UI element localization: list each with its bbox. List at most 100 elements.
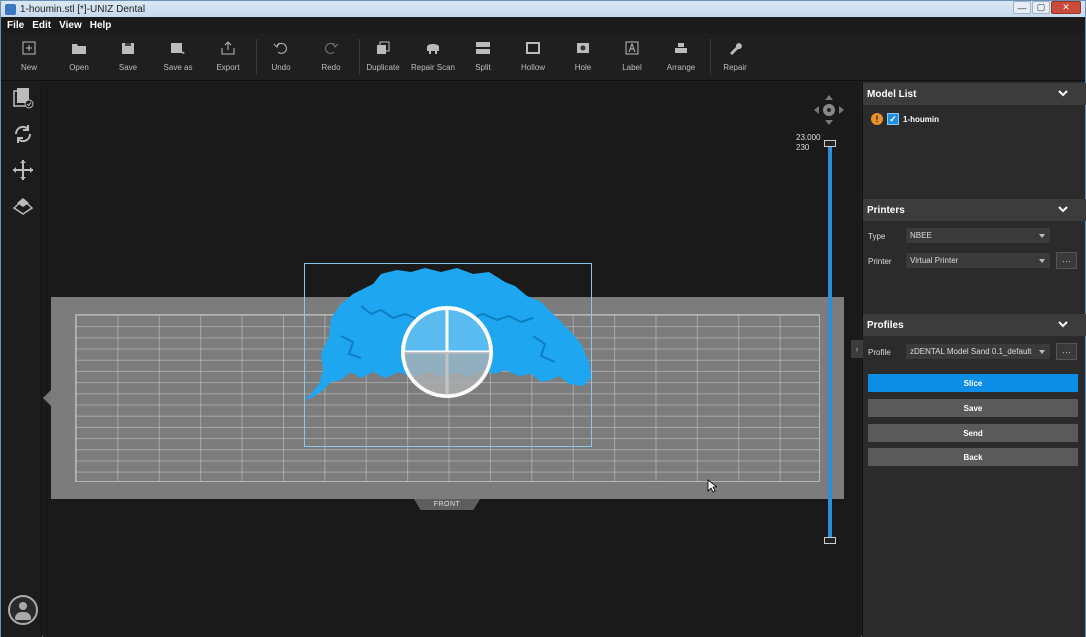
minimize-button[interactable]: — [1013,1,1031,14]
user-avatar[interactable] [8,595,38,625]
new-button[interactable]: New [4,33,54,81]
front-label: FRONT [414,499,480,510]
warning-icon[interactable]: ! [871,113,883,125]
redo-label: Redo [321,63,341,72]
height-slider-value: 23.000 [796,133,821,142]
split-icon [476,42,490,54]
caret-down-icon [1039,350,1045,354]
model-list-item[interactable]: ! ✓ 1-houmin [871,113,939,125]
save-as-label: Save as [163,63,193,72]
toolbar: New Open Save Save as Export Undo Redo D… [1,33,1085,81]
model-list-header[interactable]: Model List [863,83,1086,105]
app-window: 1-houmin.stl [*]-UNIZ Dental — ▢ ✕ File … [0,0,1086,637]
move-icon[interactable] [11,158,35,182]
3d-viewport[interactable]: FRONT 23.000 230 [43,82,861,637]
menu-file[interactable]: File [7,20,24,31]
save-profile-button[interactable]: Save [868,399,1078,417]
duplicate-label: Duplicate [366,63,400,72]
export-button[interactable]: Export [203,33,253,81]
save-as-button[interactable]: Save as [153,33,203,81]
undo-icon [273,42,287,54]
label-label: Label [622,63,642,72]
model-list-title: Model List [867,88,917,100]
split-button[interactable]: Split [458,33,508,81]
height-slider-top-handle[interactable] [824,140,836,147]
hollow-button[interactable]: Hollow [508,33,558,81]
printer-value: Virtual Printer [910,256,959,265]
app-icon [5,3,16,15]
export-icon [221,41,235,55]
maximize-button[interactable]: ▢ [1032,1,1050,14]
rotate-icon[interactable] [11,122,35,146]
mouse-cursor-icon [707,479,717,493]
undo-button[interactable]: Undo [256,33,306,81]
new-icon [22,41,36,55]
label-button[interactable]: Label [607,33,657,81]
chevron-down-icon [1058,206,1068,213]
export-label: Export [216,63,240,72]
printer-type-value: NBEE [910,231,932,240]
duplicate-button[interactable]: Duplicate [358,33,408,81]
repair-label: Repair [723,63,747,72]
menu-edit[interactable]: Edit [32,20,51,31]
printers-title: Printers [867,204,905,216]
printers-header[interactable]: Printers [863,199,1086,221]
chevron-down-icon [1058,321,1068,328]
window-title: 1-houmin.stl [*]-UNIZ Dental [20,3,146,15]
undo-label: Undo [271,63,291,72]
save-button[interactable]: Save [103,33,153,81]
open-label: Open [69,63,89,72]
redo-button[interactable]: Redo [306,33,356,81]
hollow-icon [526,42,540,54]
printer-type-select[interactable]: NBEE [905,227,1051,244]
model-select-icon[interactable] [11,86,35,110]
arrange-icon [675,43,687,53]
send-button[interactable]: Send [868,424,1078,442]
right-panel: › Model List ! ✓ 1-houmin Printers Type … [851,82,1086,637]
chevron-down-icon [1058,90,1068,97]
caret-down-icon [1039,234,1045,238]
slice-button[interactable]: Slice [868,374,1078,392]
profile-value: zDENTAL Model Sand 0.1_default [910,347,1032,356]
back-button[interactable]: Back [868,448,1078,466]
repair-scan-button[interactable]: Repair Scan [408,33,458,81]
height-slider-bottom-handle[interactable] [824,537,836,544]
menu-help[interactable]: Help [90,20,112,31]
menu-view[interactable]: View [59,20,82,31]
open-folder-icon [72,44,86,54]
profiles-title: Profiles [867,319,904,331]
repair-button[interactable]: Repair [710,33,760,81]
repair-scan-icon [427,44,439,54]
arrange-label: Arrange [666,63,696,72]
model-name: 1-houmin [903,114,939,124]
printer-more-button[interactable]: ··· [1056,252,1077,269]
model-visible-checkbox[interactable]: ✓ [887,113,899,125]
repair-scan-label: Repair Scan [410,63,456,72]
wrench-icon [730,43,742,55]
open-button[interactable]: Open [54,33,104,81]
save-icon [122,43,134,54]
view-navigation-icon[interactable] [811,92,847,128]
save-label: Save [118,63,138,72]
arrange-button[interactable]: Arrange [656,33,706,81]
selection-bounding-box [304,263,592,447]
close-button[interactable]: ✕ [1051,1,1081,14]
type-label: Type [868,232,886,241]
title-bar: 1-houmin.stl [*]-UNIZ Dental — ▢ ✕ [1,1,1085,17]
profile-label: Profile [868,348,891,357]
height-slider-layer: 230 [796,143,810,152]
printer-label: Printer [868,257,892,266]
panel-collapse-tab[interactable]: › [851,340,863,358]
left-collapse-handle[interactable] [43,390,51,406]
menu-bar: File Edit View Help [1,17,1085,33]
printer-select[interactable]: Virtual Printer [905,252,1051,269]
duplicate-icon [377,41,390,54]
left-tool-strip [1,82,42,637]
profile-more-button[interactable]: ··· [1056,343,1077,360]
hole-label: Hole [574,63,592,72]
profile-select[interactable]: zDENTAL Model Sand 0.1_default [905,343,1051,360]
hole-button[interactable]: Hole [558,33,608,81]
lay-flat-icon[interactable] [11,194,35,218]
height-slider[interactable] [828,142,832,542]
profiles-header[interactable]: Profiles [863,314,1086,336]
